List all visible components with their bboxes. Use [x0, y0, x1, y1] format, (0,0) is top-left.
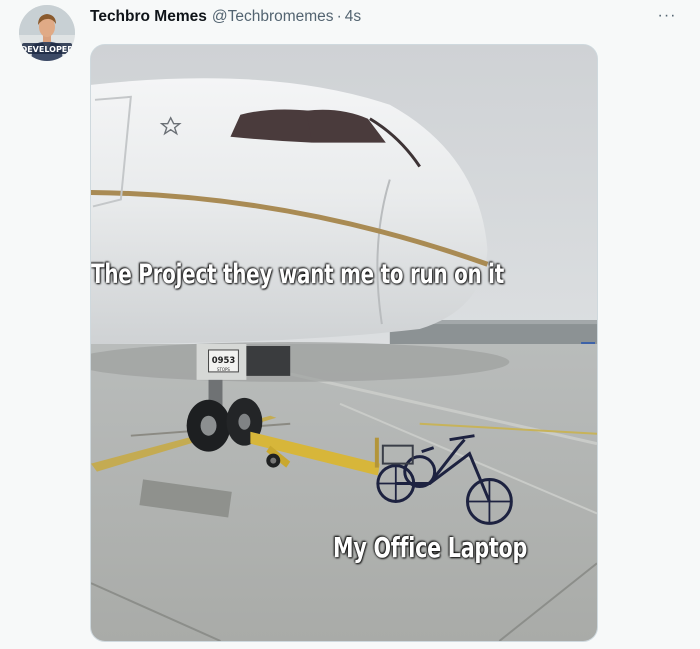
more-options-icon[interactable]: ··· — [652, 4, 682, 28]
tweet-media-image[interactable]: 0953 STOPS The Project they want me to r… — [90, 44, 598, 642]
tweet-card[interactable]: DEVELOPER Techbro Memes @Techbromemes · … — [0, 0, 700, 649]
gear-number-label: 0953 — [212, 355, 236, 365]
avatar-badge-text: DEVELOPER — [21, 45, 74, 54]
meme-caption-bottom: My Office Laptop — [333, 531, 528, 564]
avatar[interactable]: DEVELOPER — [19, 5, 75, 61]
user-handle[interactable]: @Techbromemes — [212, 8, 334, 26]
meme-caption-top: The Project they want me to run on it — [91, 259, 505, 290]
tweet-header: Techbro Memes @Techbromemes · 4s — [90, 6, 361, 28]
separator-dot: · — [336, 8, 342, 25]
tweet-timestamp[interactable]: 4s — [345, 8, 361, 26]
avatar-image: DEVELOPER — [19, 5, 75, 61]
display-name[interactable]: Techbro Memes — [90, 8, 207, 26]
gear-stops-label: STOPS — [217, 367, 230, 372]
